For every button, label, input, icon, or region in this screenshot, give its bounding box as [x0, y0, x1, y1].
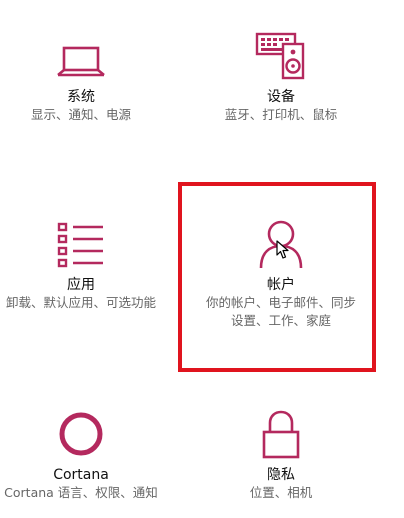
tile-title: 隐私	[267, 467, 295, 483]
circle-icon	[55, 404, 107, 460]
tile-privacy[interactable]: 隐私 位置、相机	[200, 404, 362, 502]
tile-title: 应用	[67, 277, 95, 293]
tile-title: 设备	[267, 89, 295, 105]
list-icon	[55, 214, 107, 270]
tile-system[interactable]: 系统 显示、通知、电源	[0, 26, 162, 124]
tile-title: Cortana	[53, 467, 109, 483]
tile-devices[interactable]: 设备 蓝牙、打印机、鼠标	[200, 26, 362, 124]
tile-apps[interactable]: 应用 卸载、默认应用、可选功能	[0, 214, 162, 312]
lock-icon	[259, 404, 303, 460]
tile-desc: 位置、相机	[249, 485, 313, 500]
keyboard-speaker-icon	[253, 26, 309, 82]
laptop-icon	[55, 26, 107, 82]
tile-desc: 显示、通知、电源	[30, 107, 131, 122]
tile-cortana[interactable]: Cortana Cortana 语言、权限、通知	[0, 404, 162, 502]
mouse-cursor-icon	[276, 240, 290, 264]
tile-desc: 蓝牙、打印机、鼠标	[224, 107, 338, 122]
highlight-box	[178, 182, 376, 372]
tile-desc: Cortana 语言、权限、通知	[4, 485, 158, 500]
tile-desc: 卸载、默认应用、可选功能	[5, 295, 156, 310]
tile-title: 系统	[67, 89, 95, 105]
